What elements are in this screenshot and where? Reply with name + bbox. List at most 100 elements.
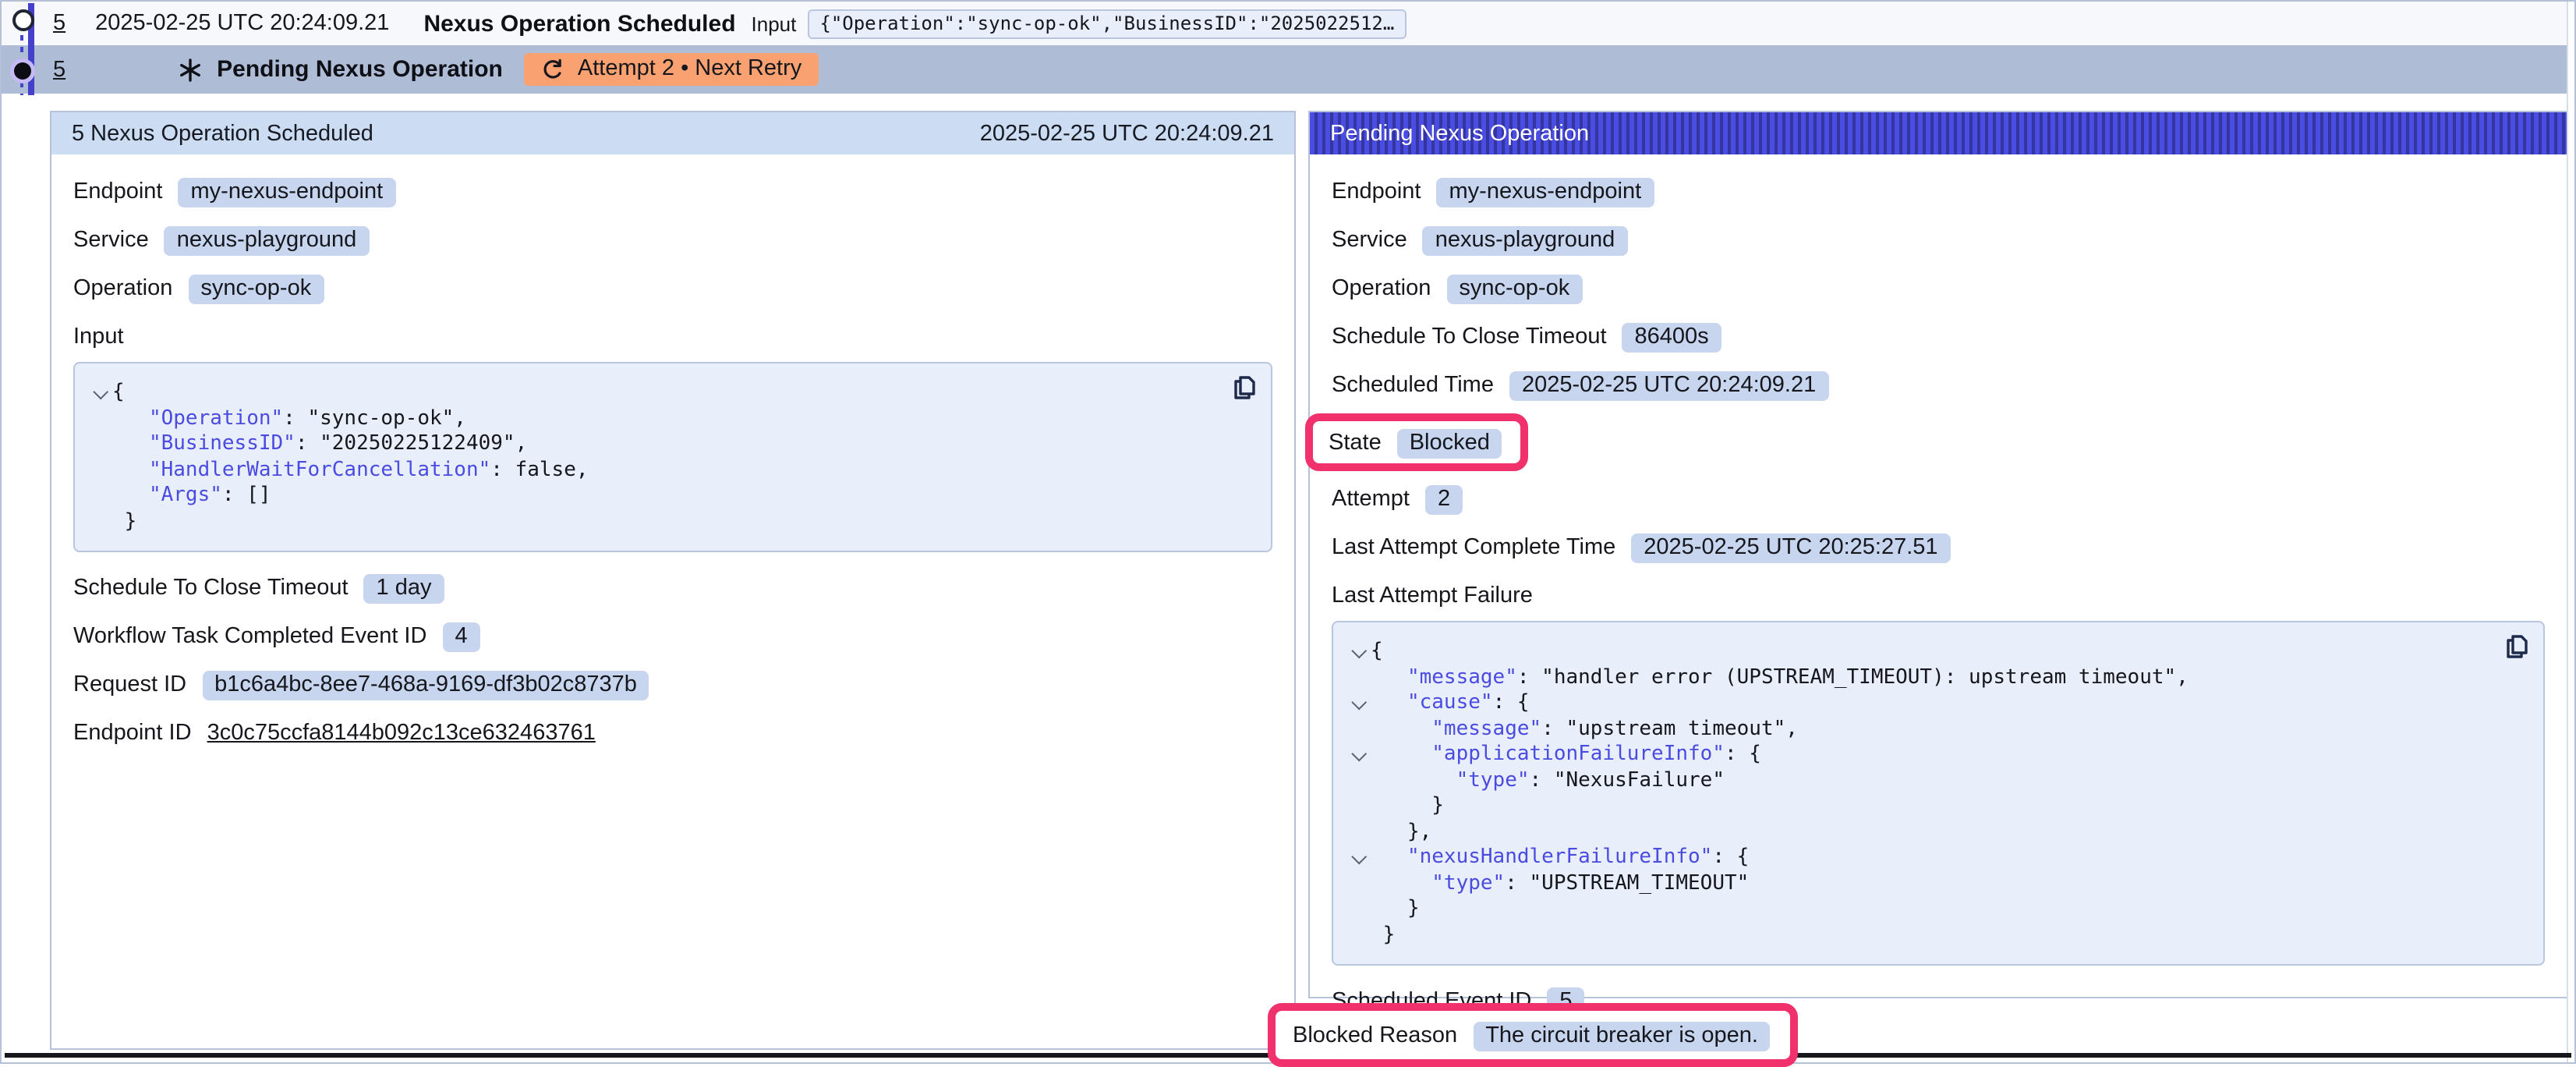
field-value: Blocked [1397,428,1502,458]
json-line: "Args": [] [87,484,1252,509]
panel-title: Pending Nexus Operation [1330,121,1589,146]
json-text: }, [1371,820,1431,845]
detail-row-workflow-task-completed-event-id: Workflow Task Completed Event ID4 [73,619,1272,654]
copy-button[interactable] [2504,633,2529,658]
failure-section-label: Last Attempt Failure [1332,579,2545,613]
field-value: b1c6a4bc-8ee7-468a-9169-df3b02c8737b [202,670,649,700]
detail-row-endpoint: Endpointmy-nexus-endpoint [1332,175,2545,209]
detail-row-schedule-to-close-timeout: Schedule To Close Timeout 1 day [73,571,1272,605]
retry-status-badge: Attempt 2 • Next Retry [525,53,819,86]
field-label: Service [1332,228,1407,253]
copy-button[interactable] [1232,374,1257,399]
chevron-down-icon[interactable] [1346,640,1371,665]
field-label: Operation [73,276,172,301]
event-row-pending[interactable]: 5 Pending Nexus Operation Attempt 2 • Ne… [2,45,2567,94]
code-gutter [1346,768,1371,794]
scroll-edge-line [2567,2,2568,1062]
state-highlight-annotation: State Blocked [1305,413,1529,471]
json-text: } [1371,794,1444,820]
detail-row-endpoint: Endpoint my-nexus-endpoint [73,175,1272,209]
field-value: 2025-02-25 UTC 20:24:09.21 [1509,370,1828,400]
field-value: 1 day [364,573,444,603]
field-label: Operation [1332,276,1431,301]
pending-operation-panel: Pending Nexus Operation Endpointmy-nexus… [1308,111,2568,998]
panel-title: 5 Nexus Operation Scheduled [72,121,373,146]
json-text: "message": "upstream timeout", [1371,717,1798,743]
code-gutter [87,484,112,509]
field-label: Endpoint ID [73,721,192,746]
event-row-scheduled[interactable]: 5 2025-02-25 UTC 20:24:09.21 Nexus Opera… [2,2,2567,45]
detail-row-schedule-to-close-timeout: Schedule To Close Timeout 86400s [1332,320,2545,354]
retry-badge-label: Attempt 2 • Next Retry [578,56,801,81]
json-line: "BusinessID": "20250225122409", [87,432,1252,458]
pending-operation-column: Pending Nexus Operation Endpointmy-nexus… [1308,111,2568,1067]
field-label: Schedule To Close Timeout [73,576,349,601]
event-timestamp: 2025-02-25 UTC 20:24:09.21 [95,11,389,36]
panel-timestamp: 2025-02-25 UTC 20:24:09.21 [980,121,1274,146]
detail-row-attempt: Attempt 2 [1332,482,2545,516]
json-line: "message": "upstream timeout", [1346,717,2525,743]
json-text: { [1371,640,1383,665]
field-label: Attempt [1332,487,1410,512]
json-line: } [1346,897,2525,923]
timeline-marker-open-icon [12,9,34,31]
blocked-reason-annotation: Blocked Reason The circuit breaker is op… [1268,1003,1799,1067]
field-value: 86400s [1622,322,1721,352]
field-label: Workflow Task Completed Event ID [73,624,426,649]
field-label: Scheduled Time [1332,373,1494,398]
code-gutter [1346,871,1371,897]
json-text: "type": "NexusFailure" [1371,768,1725,794]
event-timeline-gutter [2,2,48,97]
code-gutter [1346,897,1371,923]
json-line: "type": "NexusFailure" [1346,768,2525,794]
detail-row-endpoint-id: Endpoint ID 3c0c75ccfa8144b092c13ce632463… [73,716,1272,750]
field-value: nexus-playground [1423,225,1628,255]
field-value: 2 [1425,484,1463,514]
input-label: Input [752,12,797,35]
field-label: Endpoint [1332,179,1421,204]
json-line: }, [1346,820,2525,845]
chevron-down-icon[interactable] [1346,691,1371,717]
detail-row-request-id: Request IDb1c6a4bc-8ee7-468a-9169-df3b02… [73,668,1272,702]
json-line: } [87,509,1252,535]
code-gutter [1346,665,1371,691]
field-label: Endpoint [73,179,163,204]
field-label: Last Attempt Complete Time [1332,535,1615,560]
json-line: "cause": { [1346,691,2525,717]
field-label: Blocked Reason [1293,1023,1457,1048]
input-json-viewer: { "Operation": "sync-op-ok", "BusinessID… [73,362,1272,552]
chevron-down-icon[interactable] [1346,743,1371,768]
event-id-link[interactable]: 5 [53,11,65,36]
app-window: 5 2025-02-25 UTC 20:24:09.21 Nexus Opera… [0,0,2576,1064]
json-line: { [1346,640,2525,665]
detail-row-service: Servicenexus-playground [73,223,1272,257]
input-section-label: Input [73,320,1272,354]
input-preview-chip[interactable]: {"Operation":"sync-op-ok","BusinessID":"… [807,9,1407,38]
field-label: State [1329,431,1382,456]
field-value: my-nexus-endpoint [179,177,396,207]
field-label: Service [73,228,149,253]
code-gutter [87,406,112,432]
json-text: { [112,381,125,406]
failure-json-viewer: { "message": "handler error (UPSTREAM_TI… [1332,621,2545,966]
code-gutter [1346,820,1371,845]
scheduled-event-panel: 5 Nexus Operation Scheduled 2025-02-25 U… [50,111,1296,1050]
event-id-link[interactable]: 5 [53,57,65,82]
json-line: "type": "UPSTREAM_TIMEOUT" [1346,871,2525,897]
detail-row-scheduled-time: Scheduled Time 2025-02-25 UTC 20:24:09.21 [1332,368,2545,402]
field-value-link[interactable]: 3c0c75ccfa8144b092c13ce632463761 [207,721,596,746]
detail-row-service: Service nexus-playground [1332,223,2545,257]
json-text: } [112,509,136,535]
json-line: } [1346,794,2525,820]
field-value: The circuit breaker is open. [1473,1021,1771,1051]
asterisk-icon [178,57,203,82]
json-text: "Operation": "sync-op-ok", [112,406,466,432]
code-gutter [1346,717,1371,743]
detail-row-operation: Operationsync-op-ok [1332,271,2545,306]
json-text: "BusinessID": "20250225122409", [112,432,527,458]
chevron-down-icon[interactable] [1346,845,1371,871]
chevron-down-icon[interactable] [87,381,112,406]
field-label: Schedule To Close Timeout [1332,324,1607,349]
field-value: sync-op-ok [188,274,324,303]
event-name: Pending Nexus Operation [217,56,503,83]
